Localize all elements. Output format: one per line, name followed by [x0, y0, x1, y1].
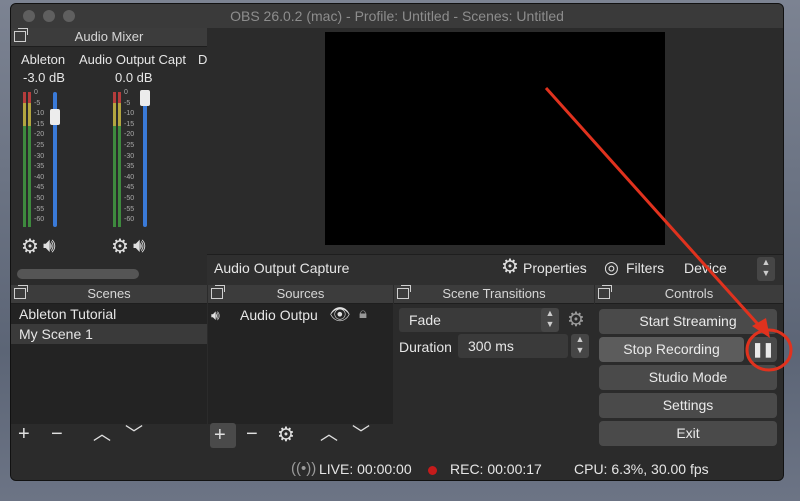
- annotation-overlay: [544, 86, 793, 372]
- annotation-arrow-line: [544, 86, 766, 333]
